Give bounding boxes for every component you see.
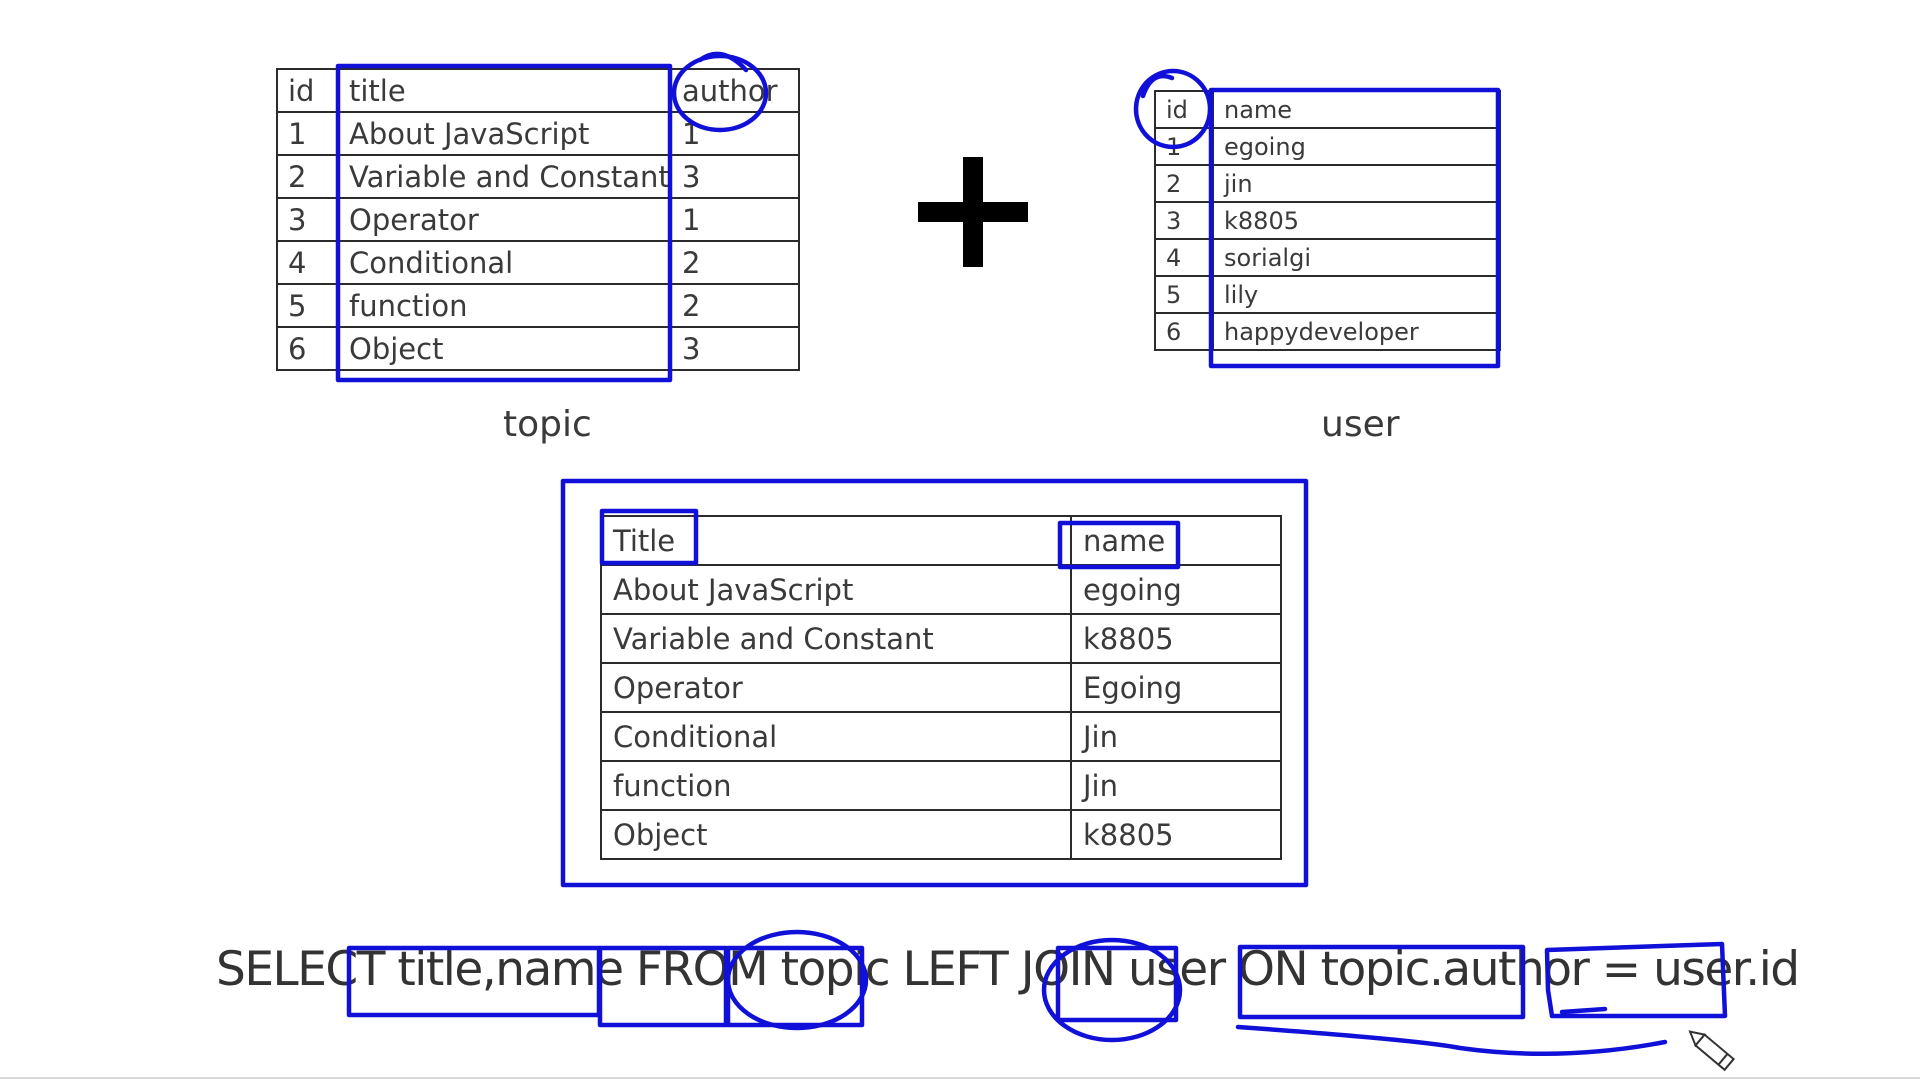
table-row: 3 Operator 1 bbox=[276, 197, 800, 242]
cell-title: Operator bbox=[600, 662, 1072, 713]
cell-id: 2 bbox=[1154, 164, 1214, 203]
cell-id: 3 bbox=[276, 197, 339, 242]
cell-id: 1 bbox=[276, 111, 339, 156]
cell-id: 2 bbox=[276, 154, 339, 199]
cell-author: 2 bbox=[670, 283, 800, 328]
header-author: author bbox=[670, 68, 800, 113]
user-caption: user bbox=[1321, 404, 1400, 445]
cell-title: Variable and Constant bbox=[600, 613, 1072, 664]
cell-author: 1 bbox=[670, 111, 800, 156]
table-row: Variable and Constant k8805 bbox=[600, 613, 1282, 664]
header-title: Title bbox=[600, 515, 1072, 566]
cell-name: egoing bbox=[1070, 564, 1282, 615]
user-table: id name 1 egoing 2 jin 3 k8805 4 sorialg… bbox=[1154, 90, 1501, 351]
topic-table: id title author 1 About JavaScript 1 2 V… bbox=[276, 68, 800, 371]
bottom-divider bbox=[0, 1077, 1920, 1079]
cell-title: Operator bbox=[337, 197, 672, 242]
cell-name: Jin bbox=[1070, 760, 1282, 811]
underline-sql-condition bbox=[1235, 1024, 1668, 1057]
cell-id: 1 bbox=[1154, 127, 1214, 166]
underline-user-id bbox=[1559, 1006, 1608, 1015]
table-row: About JavaScript egoing bbox=[600, 564, 1282, 615]
table-row: 3 k8805 bbox=[1154, 201, 1501, 240]
cell-title: About JavaScript bbox=[337, 111, 672, 156]
result-table: Title name About JavaScript egoing Varia… bbox=[600, 515, 1282, 860]
cell-title: About JavaScript bbox=[600, 564, 1072, 615]
cell-id: 5 bbox=[276, 283, 339, 328]
table-row: 2 Variable and Constant 3 bbox=[276, 154, 800, 199]
cell-name: Jin bbox=[1070, 711, 1282, 762]
cell-id: 6 bbox=[276, 326, 339, 371]
header-name: name bbox=[1070, 515, 1282, 566]
cell-name: k8805 bbox=[1070, 809, 1282, 860]
cell-id: 5 bbox=[1154, 275, 1214, 314]
table-header-row: id name bbox=[1154, 90, 1501, 129]
cell-id: 6 bbox=[1154, 312, 1214, 351]
cell-title: function bbox=[600, 760, 1072, 811]
cell-id: 3 bbox=[1154, 201, 1214, 240]
cell-title: Object bbox=[600, 809, 1072, 860]
table-row: Object k8805 bbox=[600, 809, 1282, 860]
table-row: Operator Egoing bbox=[600, 662, 1282, 713]
cell-title: function bbox=[337, 283, 672, 328]
table-row: function Jin bbox=[600, 760, 1282, 811]
cell-id: 4 bbox=[276, 240, 339, 285]
cell-title: Variable and Constant bbox=[337, 154, 672, 199]
cell-title: Object bbox=[337, 326, 672, 371]
header-name: name bbox=[1212, 90, 1501, 129]
cell-title: Conditional bbox=[337, 240, 672, 285]
header-title: title bbox=[337, 68, 672, 113]
table-row: 1 About JavaScript 1 bbox=[276, 111, 800, 156]
table-header-row: id title author bbox=[276, 68, 800, 113]
cell-name: happydeveloper bbox=[1212, 312, 1501, 351]
table-row: 4 sorialgi bbox=[1154, 238, 1501, 277]
cell-name: k8805 bbox=[1212, 201, 1501, 240]
cell-author: 1 bbox=[670, 197, 800, 242]
cell-name: Egoing bbox=[1070, 662, 1282, 713]
table-row: 2 jin bbox=[1154, 164, 1501, 203]
header-id: id bbox=[1154, 90, 1214, 129]
table-row: 6 Object 3 bbox=[276, 326, 800, 371]
cell-name: sorialgi bbox=[1212, 238, 1501, 277]
table-header-row: Title name bbox=[600, 515, 1282, 566]
table-row: 5 lily bbox=[1154, 275, 1501, 314]
topic-caption: topic bbox=[503, 404, 592, 445]
cell-id: 4 bbox=[1154, 238, 1214, 277]
plus-icon-bar bbox=[918, 202, 1028, 222]
cell-name: egoing bbox=[1212, 127, 1501, 166]
cell-name: k8805 bbox=[1070, 613, 1282, 664]
table-row: 4 Conditional 2 bbox=[276, 240, 800, 285]
cell-name: jin bbox=[1212, 164, 1501, 203]
table-row: 5 function 2 bbox=[276, 283, 800, 328]
table-row: Conditional Jin bbox=[600, 711, 1282, 762]
table-row: 1 egoing bbox=[1154, 127, 1501, 166]
cell-author: 2 bbox=[670, 240, 800, 285]
table-row: 6 happydeveloper bbox=[1154, 312, 1501, 351]
header-id: id bbox=[276, 68, 339, 113]
sql-statement: SELECT title,name FROM topic LEFT JOIN u… bbox=[216, 942, 1800, 997]
cell-author: 3 bbox=[670, 326, 800, 371]
cell-title: Conditional bbox=[600, 711, 1072, 762]
cell-name: lily bbox=[1212, 275, 1501, 314]
cell-author: 3 bbox=[670, 154, 800, 199]
slide-canvas: id title author 1 About JavaScript 1 2 V… bbox=[0, 0, 1920, 1080]
pencil-cursor-icon bbox=[1688, 1030, 1736, 1072]
